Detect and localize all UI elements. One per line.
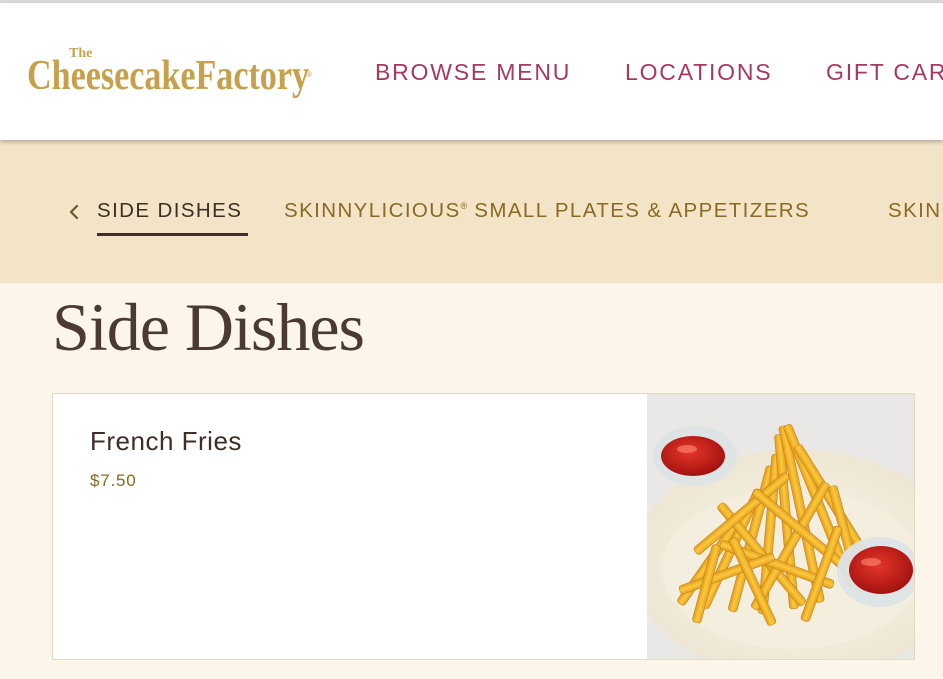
subnav-item-label-rest: SMALL PLATES & APPETIZERS xyxy=(467,199,811,222)
menu-item-card[interactable]: French Fries $7.50 xyxy=(52,393,915,660)
cheesecake-factory-logo[interactable]: The CheesecakeFactory ® xyxy=(27,41,317,101)
menu-item-name[interactable]: French Fries xyxy=(90,426,242,457)
registered-mark: ® xyxy=(460,201,468,211)
subnav-item-label: SKINNYLICIOUS xyxy=(284,199,461,222)
menu-item-price: $7.50 xyxy=(90,471,137,490)
page-title: Side Dishes xyxy=(52,289,365,365)
subnav-item-skinnylicious[interactable]: SKIN xyxy=(888,199,941,223)
french-fries-photo[interactable] xyxy=(647,394,914,659)
subnav-item-skinnylicious-small-plates[interactable]: SKINNYLICIOUS® SMALL PLATES & APPETIZERS xyxy=(284,199,810,223)
site-header: The CheesecakeFactory ® BROWSE MENU LOCA… xyxy=(0,3,943,140)
category-subnav: SIDE DISHES SKINNYLICIOUS® SMALL PLATES … xyxy=(0,140,943,283)
chevron-left-icon[interactable] xyxy=(66,200,84,224)
logo-registered-mark: ® xyxy=(306,70,312,79)
active-tab-underline xyxy=(97,233,248,236)
nav-locations[interactable]: LOCATIONS xyxy=(625,59,772,86)
nav-gift-cards[interactable]: GIFT CAR xyxy=(826,59,943,86)
logo-wordmark-text: CheesecakeFactory xyxy=(27,53,309,99)
subnav-item-side-dishes[interactable]: SIDE DISHES xyxy=(97,199,242,223)
ketchup-cup-left xyxy=(653,426,737,486)
nav-browse-menu[interactable]: BROWSE MENU xyxy=(375,59,571,86)
